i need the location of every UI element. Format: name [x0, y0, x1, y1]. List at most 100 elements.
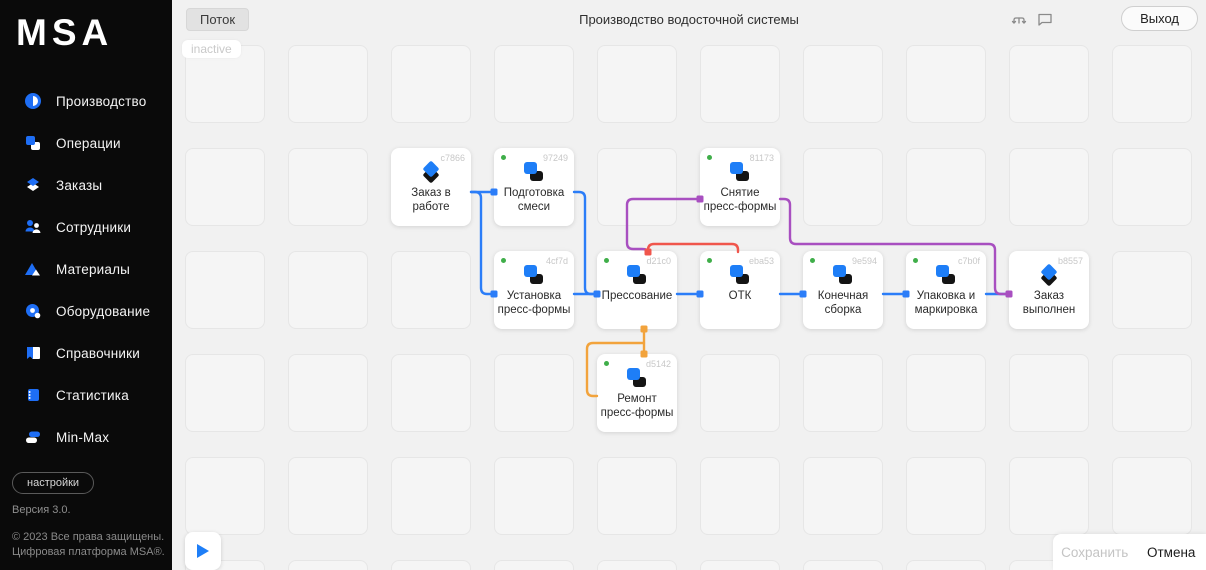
grid-cell: [803, 354, 883, 432]
node-code: 4cf7d: [546, 256, 568, 266]
sidebar-item-label: Операции: [56, 136, 121, 151]
sidebar-item-label: Статистика: [56, 388, 129, 403]
grid-cell: [494, 354, 574, 432]
sidebar-item-label: Материалы: [56, 262, 130, 277]
node-label: Подготовка смеси: [494, 186, 574, 215]
grid-cell: [1112, 251, 1192, 329]
run-flow-button[interactable]: [185, 532, 221, 570]
grid-cell: [597, 45, 677, 123]
sidebar-item-minmax[interactable]: Min-Max: [0, 416, 172, 458]
equipment-icon: [24, 302, 42, 320]
flow-node[interactable]: 97249Подготовка смеси: [494, 148, 574, 226]
node-label: Установка пресс-формы: [494, 289, 574, 318]
sidebar-item-materials[interactable]: Материалы: [0, 248, 172, 290]
references-icon: [24, 344, 42, 362]
flow-node[interactable]: 9e594Конечная сборка: [803, 251, 883, 329]
grid-cell: [288, 354, 368, 432]
save-button[interactable]: Сохранить: [1053, 545, 1136, 560]
flow-node[interactable]: c7866 Заказ в работе: [391, 148, 471, 226]
sidebar-item-label: Min-Max: [56, 430, 109, 445]
flow-node[interactable]: d21c0 Прессование: [597, 251, 677, 329]
node-label: ОТК: [700, 289, 780, 303]
grid-cell: [185, 354, 265, 432]
grid-cell: [391, 560, 471, 570]
flow-node[interactable]: 4cf7d Установка пресс-формы: [494, 251, 574, 329]
grid-cell: [700, 457, 780, 535]
connection-order-to-install[interactable]: [471, 192, 494, 294]
grid-cell: [803, 45, 883, 123]
operation-icon: [830, 264, 856, 287]
active-status-dot: [707, 258, 712, 263]
flow-node[interactable]: c7b0fУпаковка и маркировка: [906, 251, 986, 329]
grid-cell: [906, 45, 986, 123]
sidebar-item-employees[interactable]: Сотрудники: [0, 206, 172, 248]
active-status-dot: [501, 258, 506, 263]
grid-cell: [494, 45, 574, 123]
connection-prep-to-press[interactable]: [574, 192, 597, 294]
sidebar-item-orders[interactable]: Заказы: [0, 164, 172, 206]
sidebar-item-production[interactable]: Производство: [0, 80, 172, 122]
sidebar-item-equipment[interactable]: Оборудование: [0, 290, 172, 332]
flow-node[interactable]: b8557Заказ выполнен: [1009, 251, 1089, 329]
sidebar-item-references[interactable]: Справочники: [0, 332, 172, 374]
sidebar-nav: Производство Операции ЗаказыСотрудники Мате…: [0, 80, 172, 458]
comment-icon[interactable]: [1036, 10, 1054, 33]
operation-icon: [521, 264, 547, 287]
grid-cell: [906, 457, 986, 535]
sidebar-item-label: Производство: [56, 94, 146, 109]
flow-button[interactable]: Поток: [186, 8, 249, 31]
branch-icon[interactable]: [1010, 10, 1028, 33]
sidebar-item-label: Справочники: [56, 346, 140, 361]
grid-cell: [906, 148, 986, 226]
node-label: Прессование: [597, 289, 677, 303]
active-status-dot: [604, 258, 609, 263]
node-label: Упаковка и маркировка: [906, 289, 986, 318]
operations-icon: [24, 134, 42, 152]
grid-cell: [1009, 354, 1089, 432]
grid-cell: [1112, 45, 1192, 123]
grid-cell: [391, 457, 471, 535]
grid-cell: [597, 457, 677, 535]
active-status-dot: [501, 155, 506, 160]
copyright-text: © 2023 Все права защищены. Цифровая плат…: [12, 530, 172, 561]
operation-icon: [624, 367, 650, 390]
grid-cell: [288, 560, 368, 570]
sidebar-item-statistics[interactable]: Статистика: [0, 374, 172, 416]
settings-button[interactable]: настройки: [12, 472, 94, 494]
grid-cell: [1009, 148, 1089, 226]
app-logo: MSA: [0, 0, 172, 54]
grid-cell: [288, 457, 368, 535]
grid-cell: [597, 560, 677, 570]
grid-cell: [700, 354, 780, 432]
grid-cell: [288, 148, 368, 226]
node-code: c7866: [440, 153, 465, 163]
grid-cell: [1009, 45, 1089, 123]
sidebar-item-label: Оборудование: [56, 304, 150, 319]
sidebar-item-operations[interactable]: Операции: [0, 122, 172, 164]
grid-cell: [1009, 457, 1089, 535]
node-code: d21c0: [646, 256, 671, 266]
node-code: 81173: [750, 153, 774, 163]
footer-actions: Сохранить Отмена: [1053, 534, 1206, 570]
grid-cell: [1112, 354, 1192, 432]
node-label: Заказ в работе: [391, 186, 471, 215]
order-icon: [418, 161, 444, 184]
orders-icon: [24, 176, 42, 194]
sidebar: MSA Производство Операции ЗаказыСотрудники…: [0, 0, 172, 570]
statistics-icon: [24, 386, 42, 404]
operation-icon: [624, 264, 650, 287]
grid-cell: [391, 354, 471, 432]
exit-button[interactable]: Выход: [1121, 6, 1198, 31]
grid-cell: [391, 45, 471, 123]
grid-cell: [185, 457, 265, 535]
inactive-badge: inactive: [182, 40, 241, 58]
grid-cell: [803, 560, 883, 570]
operation-icon: [521, 161, 547, 184]
cancel-button[interactable]: Отмена: [1136, 545, 1206, 560]
operation-icon: [933, 264, 959, 287]
flow-node[interactable]: 81173Снятие пресс-формы: [700, 148, 780, 226]
grid-cell: [1112, 457, 1192, 535]
flow-node[interactable]: d5142Ремонт пресс-формы: [597, 354, 677, 432]
flow-node[interactable]: eba53ОТК: [700, 251, 780, 329]
canvas: Поток Производство водосточной системы В…: [172, 0, 1206, 570]
